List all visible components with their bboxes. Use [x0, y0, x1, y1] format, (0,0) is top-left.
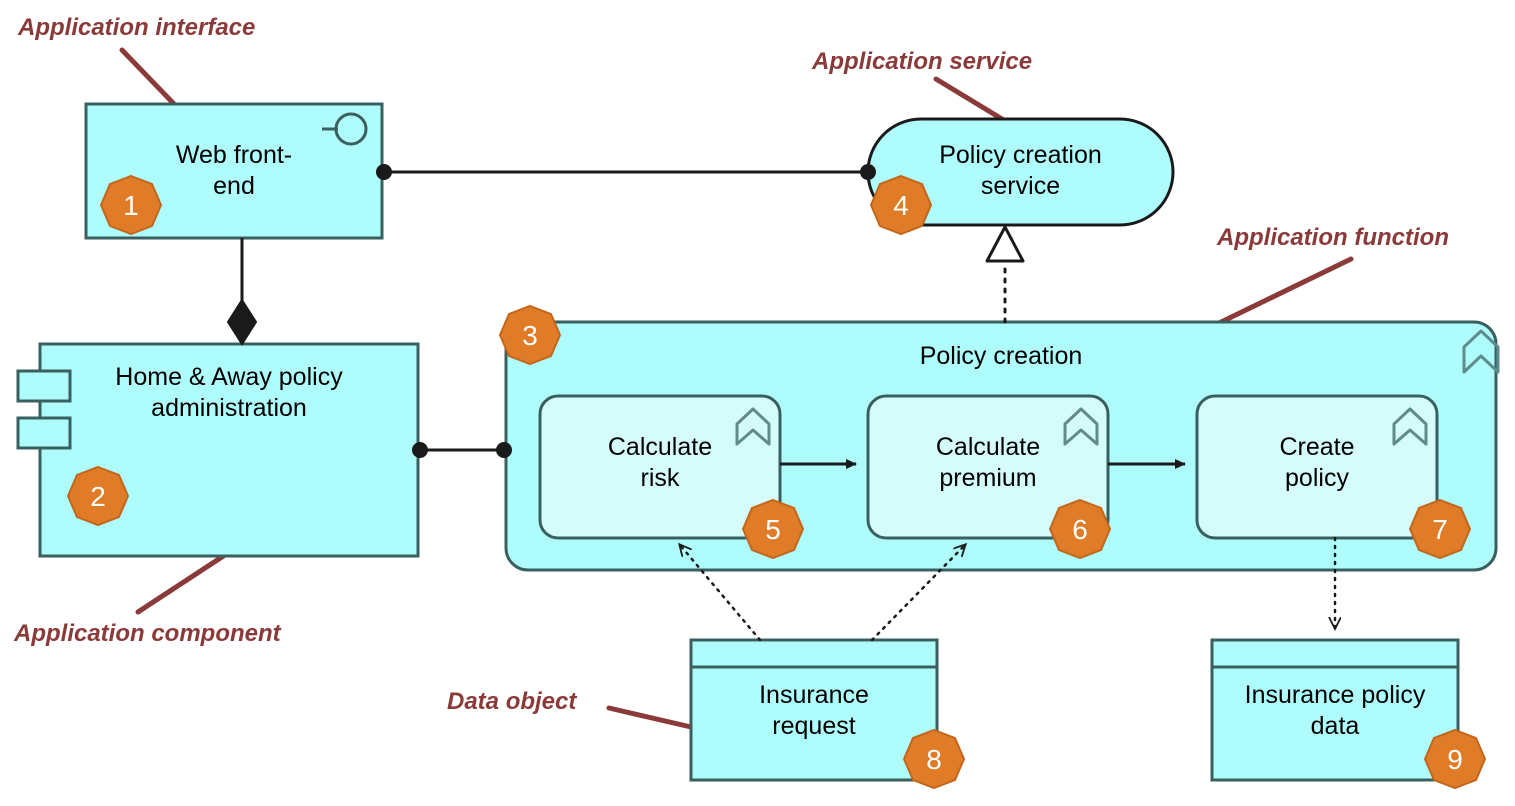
badge-5-number: 5: [765, 514, 781, 545]
anno-application-component: Application component: [14, 620, 281, 647]
badge-8-number: 8: [926, 744, 942, 775]
relation-realization-policycreation-service[interactable]: [985, 225, 1025, 324]
node-insurance-request[interactable]: [689, 638, 939, 782]
leader-application-function: [1212, 256, 1354, 328]
badge-3-number: 3: [522, 320, 538, 351]
anno-application-interface: Application interface: [18, 14, 256, 41]
badge-6-number: 6: [1072, 514, 1088, 545]
node-home-away-policy-administration[interactable]: [16, 342, 420, 558]
badge-4-number: 4: [893, 190, 909, 221]
relation-composition-webfront-administration[interactable]: [226, 238, 258, 346]
badge-1-number: 1: [123, 190, 139, 221]
relation-assignment-administration-policycreation[interactable]: [412, 442, 512, 458]
badge-2-number: 2: [90, 481, 106, 512]
leader-application-service: [933, 76, 1005, 122]
badge-7-number: 7: [1432, 514, 1448, 545]
anno-data-object: Data object: [447, 688, 577, 715]
relation-assignment-webfront-service[interactable]: [376, 164, 876, 180]
diagram-shapes-layer: [16, 47, 1500, 790]
node-create-policy[interactable]: [1195, 394, 1439, 540]
anno-application-function: Application function: [1217, 224, 1449, 251]
leader-application-component: [135, 550, 231, 615]
leader-application-interface: [119, 47, 178, 108]
archimate-diagram-canvas: Application interface Application servic…: [0, 0, 1515, 806]
badge-9-number: 9: [1447, 744, 1463, 775]
node-insurance-policy-data[interactable]: [1210, 638, 1460, 782]
anno-application-service: Application service: [812, 48, 1033, 75]
leader-data-object: [606, 705, 694, 730]
